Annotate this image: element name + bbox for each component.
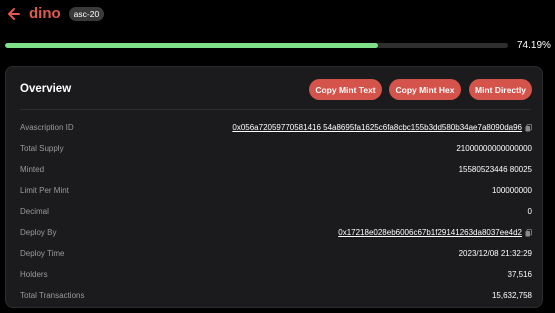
- row-label: Deploy Time: [20, 249, 65, 258]
- row-minted: Minted 15580523446 80025: [20, 159, 532, 180]
- row-value: 21000000000000000: [456, 144, 532, 153]
- row-value: 0x056a72059770581416 54a8695fa1625c6fa8c…: [232, 123, 532, 132]
- row-label: Minted: [20, 165, 45, 174]
- mint-progress-fill: [5, 43, 379, 48]
- mint-progress-bar: [5, 43, 508, 48]
- divider: [20, 109, 531, 110]
- row-avascription-id: Avascription ID 0x056a72059770581416 54a…: [20, 117, 532, 138]
- row-value: 15,632,758: [491, 291, 532, 300]
- row-total-supply: Total Supply 21000000000000000: [20, 138, 532, 159]
- overview-rows: Avascription ID 0x056a72059770581416 54a…: [20, 117, 532, 306]
- row-value: 37,516: [507, 270, 532, 279]
- copy-mint-hex-button[interactable]: Copy Mint Hex: [389, 79, 461, 100]
- row-holders: Holders 37,516: [20, 264, 532, 285]
- row-label: Total Transactions: [20, 291, 85, 300]
- row-value: 100000000: [491, 186, 532, 195]
- row-label: Holders: [20, 270, 48, 279]
- page: dino asc-20 74.19% Overview Copy Mint Te…: [0, 0, 555, 313]
- arrow-left-icon[interactable]: [7, 7, 21, 21]
- row-label: Limit Per Mint: [20, 186, 69, 195]
- overview-title: Overview: [20, 83, 72, 95]
- copy-icon[interactable]: [525, 228, 532, 237]
- row-value: 0: [527, 207, 532, 216]
- avascription-id-link[interactable]: 0x056a72059770581416 54a8695fa1625c6fa8c…: [232, 123, 522, 132]
- row-limit-per-mint: Limit Per Mint 100000000: [20, 180, 532, 201]
- protocol-tag: asc-20: [68, 7, 105, 21]
- row-decimal: Decimal 0: [20, 201, 532, 222]
- token-title: dino: [29, 5, 61, 22]
- row-value: 15580523446 80025: [458, 165, 532, 174]
- deployer-address-link[interactable]: 0x17218e028eb6006c67b1f29141263da8037ee4…: [338, 228, 522, 237]
- overview-card: Overview Copy Mint Text Copy Mint Hex Mi…: [5, 66, 543, 308]
- mint-directly-button[interactable]: Mint Directly: [469, 79, 532, 100]
- row-label: Deploy By: [20, 228, 57, 237]
- row-value: 2023/12/08 21:32:29: [458, 249, 532, 258]
- row-value: 0x17218e028eb6006c67b1f29141263da8037ee4…: [338, 228, 532, 237]
- copy-mint-text-button[interactable]: Copy Mint Text: [309, 79, 382, 100]
- row-deploy-time: Deploy Time 2023/12/08 21:32:29: [20, 243, 532, 264]
- mint-progress-percent: 74.19%: [517, 40, 551, 51]
- row-label: Total Supply: [20, 144, 64, 153]
- header: dino asc-20: [7, 5, 105, 23]
- copy-icon[interactable]: [525, 123, 532, 132]
- row-label: Decimal: [20, 207, 49, 216]
- row-label: Avascription ID: [20, 123, 74, 132]
- row-total-transactions: Total Transactions 15,632,758: [20, 285, 532, 306]
- row-deploy-by: Deploy By 0x17218e028eb6006c67b1f2914126…: [20, 222, 532, 243]
